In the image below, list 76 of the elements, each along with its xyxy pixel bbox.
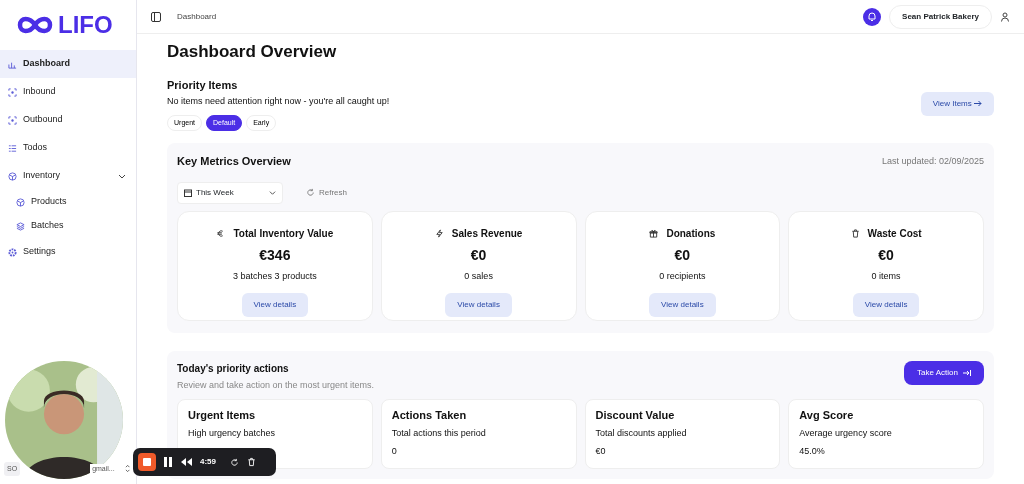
metric-value: €0 — [674, 245, 691, 265]
recording-timer: 4:59 — [200, 456, 216, 468]
card-value: €0 — [595, 445, 607, 458]
card-subtitle: Total discounts applied — [595, 426, 688, 440]
gift-icon — [649, 228, 659, 238]
box-icon — [8, 171, 17, 181]
trash-icon[interactable] — [247, 457, 256, 467]
card-subtitle: Average urgency score — [799, 426, 893, 440]
chevron-icon — [269, 189, 276, 196]
scan-icon — [8, 115, 17, 125]
metric-title: Donations — [666, 226, 716, 241]
refresh-button[interactable]: Refresh — [299, 181, 354, 204]
restart-icon[interactable] — [230, 457, 239, 467]
calendar-icon — [184, 188, 192, 197]
view-details-button[interactable]: View details — [241, 293, 309, 317]
euro-icon — [216, 228, 226, 238]
rewind-icon[interactable] — [181, 458, 192, 466]
take-action-button[interactable]: Take Action — [904, 360, 984, 385]
period-dropdown[interactable]: This Week — [177, 181, 283, 204]
scan-icon — [8, 87, 17, 97]
metric-value: €346 — [259, 245, 291, 265]
card-title: Urgent Items — [188, 408, 257, 423]
card-subtitle: High urgency batches — [188, 426, 277, 440]
logo-text: LIFO — [58, 10, 113, 40]
sidebar-item[interactable]: Inventory — [0, 162, 136, 190]
page-title: Dashboard Overview — [167, 41, 338, 63]
infinity-logo-icon — [16, 14, 54, 36]
settings-icon — [8, 247, 17, 257]
view-details-button[interactable]: View details — [445, 293, 512, 317]
metric-title: Waste Cost — [867, 226, 922, 241]
metric-subtext: 0 sales — [464, 269, 493, 283]
sidebar-item[interactable]: Settings — [0, 238, 136, 266]
section-subtitle: Review and take action on the most urgent items. — [177, 378, 376, 392]
section-title: Priority Items — [167, 77, 239, 93]
box-icon — [16, 197, 25, 207]
card-value: 0 — [391, 445, 398, 458]
sidebar-item[interactable]: Inbound — [0, 78, 136, 106]
pause-icon[interactable] — [164, 457, 173, 467]
breadcrumb[interactable]: Dashboard — [177, 10, 217, 23]
metric-subtext: 3 batches 3 products — [233, 269, 317, 283]
sidebar-item[interactable]: Todos — [0, 134, 136, 162]
notification-bell-icon[interactable] — [863, 7, 882, 26]
metric-value: €0 — [878, 245, 894, 265]
sidebar-subitem[interactable]: Products — [0, 190, 136, 214]
expand-icon[interactable] — [124, 464, 130, 474]
metric-subtext: 0 recipients — [659, 269, 706, 283]
user-icon[interactable] — [1000, 11, 1010, 22]
chevron-icon[interactable] — [118, 172, 126, 180]
sidebar-item[interactable]: Dashboard — [0, 50, 136, 78]
metric-title: Sales Revenue — [451, 226, 523, 241]
card-title: Avg Score — [799, 408, 855, 423]
metric-title: Total Inventory Value — [233, 226, 334, 241]
view-details-button[interactable]: View details — [852, 293, 920, 317]
layers-icon — [16, 221, 25, 231]
stop-button[interactable] — [138, 453, 156, 471]
trash-icon — [850, 228, 860, 238]
last-updated-text: Last updated: 02/09/2025 — [881, 154, 984, 168]
status-message: No items need attention right now - you're all caught up! — [167, 95, 391, 108]
metric-value: €0 — [470, 245, 487, 265]
section-title: Today's priority actions — [177, 361, 290, 376]
sidebar-toggle-icon[interactable] — [151, 11, 161, 22]
metric-subtext: 0 items — [871, 269, 901, 283]
arrow-icon — [974, 100, 982, 108]
refresh-icon — [306, 188, 315, 197]
card-title: Actions Taken — [391, 408, 468, 423]
view-items-button[interactable]: View Items — [920, 91, 994, 116]
list-icon — [8, 143, 17, 153]
card-title: Discount Value — [595, 408, 676, 423]
arrow-icon — [962, 368, 971, 377]
sidebar-subitem[interactable]: Batches — [0, 214, 136, 238]
section-title: Key Metrics Overview — [177, 154, 291, 169]
bolt-icon — [434, 228, 444, 238]
view-details-button[interactable]: View details — [649, 293, 716, 317]
card-value: 45.0% — [799, 445, 826, 458]
card-subtitle: Total actions this period — [391, 426, 487, 440]
sidebar-item[interactable]: Outbound — [0, 106, 136, 134]
